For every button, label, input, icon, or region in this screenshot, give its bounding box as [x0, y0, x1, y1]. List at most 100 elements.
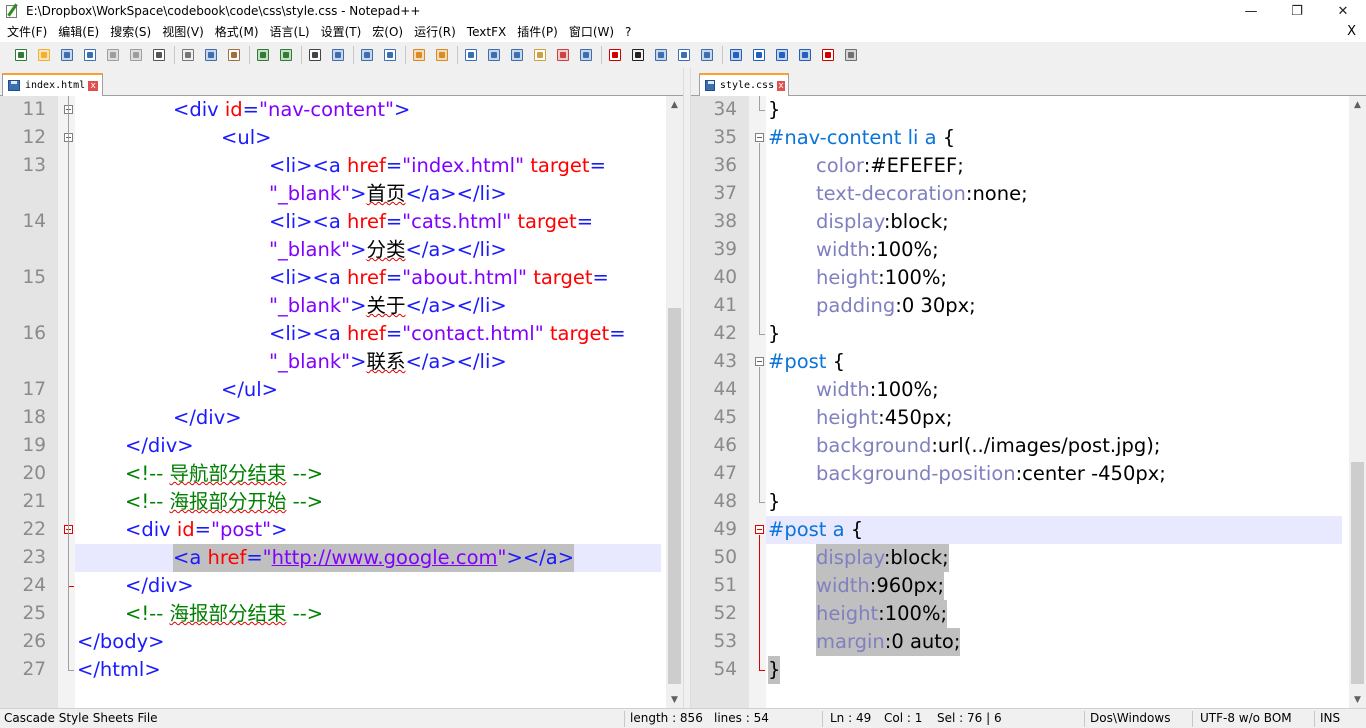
code-line[interactable]: 36 color:#EFEFEF;	[691, 152, 1366, 180]
fold-toggle-icon[interactable]	[755, 133, 764, 142]
code-line[interactable]: 24 </div>	[0, 572, 683, 600]
left-code-editor[interactable]: 11 <div id="nav-content"> 12 <ul> 13 <li><a h…	[0, 96, 683, 708]
code-line[interactable]: 12 <ul>	[0, 124, 683, 152]
fold-toggle-icon[interactable]	[755, 357, 764, 366]
menu-item-3[interactable]: 视图(V)	[155, 22, 208, 42]
show-all-chars-icon[interactable]	[486, 47, 502, 63]
code-line[interactable]: 26 </body>	[0, 628, 683, 656]
tab-close-icon[interactable]: x	[88, 80, 99, 91]
right-code-editor[interactable]: 34} 35 #nav-content li a {36 color:#EFEFEF;…	[691, 96, 1366, 708]
code-line[interactable]: 15 <li><a href="about.html" target=	[0, 264, 683, 292]
first-icon[interactable]	[728, 47, 744, 63]
code-line[interactable]: 52 height:100%;	[691, 600, 1366, 628]
user-defined-icon[interactable]	[532, 47, 548, 63]
code-line[interactable]: 35 #nav-content li a {	[691, 124, 1366, 152]
menu-item-1[interactable]: 编辑(E)	[51, 22, 103, 42]
down-icon[interactable]	[774, 47, 790, 63]
code-line[interactable]: 25 <!-- 海报部分结束 -->	[0, 600, 683, 628]
menu-item-5[interactable]: 语言(L)	[263, 22, 314, 42]
open-file-icon[interactable]	[36, 47, 52, 63]
sync-vertical-icon[interactable]	[411, 47, 427, 63]
zoom-out-icon[interactable]	[382, 47, 398, 63]
paste-icon[interactable]	[226, 47, 242, 63]
code-line[interactable]: 45 height:450px;	[691, 404, 1366, 432]
undo-icon[interactable]	[255, 47, 271, 63]
code-line[interactable]: 40 height:100%;	[691, 264, 1366, 292]
code-line[interactable]: 47 background-position:center -450px;	[691, 460, 1366, 488]
save-icon[interactable]	[59, 47, 75, 63]
code-line[interactable]: 48}	[691, 488, 1366, 516]
code-line[interactable]: "_blank">联系</a></li>	[0, 348, 683, 376]
code-line[interactable]: 21 <!-- 海报部分开始 -->	[0, 488, 683, 516]
save-macro-icon[interactable]	[699, 47, 715, 63]
right-vertical-scrollbar[interactable]: ▲ ▼	[1349, 96, 1366, 708]
scroll-thumb[interactable]	[668, 308, 681, 684]
code-line[interactable]: 19 </div>	[0, 432, 683, 460]
tab-close-icon[interactable]: x	[777, 80, 785, 91]
scroll-up-icon[interactable]: ▲	[1349, 96, 1366, 113]
doc-map-icon[interactable]	[555, 47, 571, 63]
notepad-app-icon[interactable]	[4, 3, 20, 19]
cut-icon[interactable]	[180, 47, 196, 63]
fold-toggle-icon[interactable]	[755, 525, 764, 534]
code-line[interactable]: 41 padding:0 30px;	[691, 292, 1366, 320]
save-all-icon[interactable]	[82, 47, 98, 63]
status-eol-format[interactable]: Dos\Windows	[1086, 709, 1170, 728]
scroll-down-icon[interactable]: ▼	[666, 691, 683, 708]
menu-item-12[interactable]: ?	[618, 22, 635, 42]
code-line[interactable]: 38 display:block;	[691, 208, 1366, 236]
code-line[interactable]: 27 </html>	[0, 656, 683, 684]
scroll-thumb[interactable]	[1351, 462, 1364, 684]
menu-item-11[interactable]: 窗口(W)	[562, 22, 618, 42]
menu-item-10[interactable]: 插件(P)	[510, 22, 562, 42]
word-wrap-icon[interactable]	[463, 47, 479, 63]
last-icon[interactable]	[797, 47, 813, 63]
menu-item-9[interactable]: TextFX	[460, 22, 510, 42]
code-line[interactable]: 37 text-decoration:none;	[691, 180, 1366, 208]
plugin-icon[interactable]	[843, 47, 859, 63]
copy-icon[interactable]	[203, 47, 219, 63]
code-line[interactable]: "_blank">首页</a></li>	[0, 180, 683, 208]
redo-icon[interactable]	[278, 47, 294, 63]
code-line[interactable]: 54}	[691, 656, 1366, 684]
code-line[interactable]: 14 <li><a href="cats.html" target=	[0, 208, 683, 236]
spell-check-icon[interactable]	[820, 47, 836, 63]
code-line[interactable]: 16 <li><a href="contact.html" target=	[0, 320, 683, 348]
code-line[interactable]: 13 <li><a href="index.html" target=	[0, 152, 683, 180]
function-list-icon[interactable]	[578, 47, 594, 63]
up-icon[interactable]	[751, 47, 767, 63]
tab-index-html[interactable]: index.html x	[2, 73, 103, 96]
code-line[interactable]: 51 width:960px;	[691, 572, 1366, 600]
code-line[interactable]: 49 #post a {	[691, 516, 1366, 544]
indent-guide-icon[interactable]	[509, 47, 525, 63]
close-document-icon[interactable]: X	[1347, 22, 1356, 42]
code-line[interactable]: 34}	[691, 96, 1366, 124]
tab-style-css[interactable]: style.css x	[699, 73, 789, 96]
code-line[interactable]: "_blank">关于</a></li>	[0, 292, 683, 320]
maximize-button[interactable]: ❐	[1274, 0, 1320, 22]
find-icon[interactable]	[307, 47, 323, 63]
new-file-icon[interactable]	[13, 47, 29, 63]
code-line[interactable]: 53 margin:0 auto;	[691, 628, 1366, 656]
menu-item-8[interactable]: 运行(R)	[407, 22, 460, 42]
menu-item-4[interactable]: 格式(M)	[208, 22, 263, 42]
code-line[interactable]: 23 <a href="http://www.google.com"></a>	[0, 544, 683, 572]
left-vertical-scrollbar[interactable]: ▲ ▼	[666, 96, 683, 708]
code-line[interactable]: 11 <div id="nav-content">	[0, 96, 683, 124]
code-line[interactable]: 17 </ul>	[0, 376, 683, 404]
code-line[interactable]: "_blank">分类</a></li>	[0, 236, 683, 264]
code-line[interactable]: 20 <!-- 导航部分结束 -->	[0, 460, 683, 488]
code-line[interactable]: 42}	[691, 320, 1366, 348]
close-icon[interactable]	[105, 47, 121, 63]
code-line[interactable]: 39 width:100%;	[691, 236, 1366, 264]
run-multiple-icon[interactable]	[676, 47, 692, 63]
code-line[interactable]: 44 width:100%;	[691, 376, 1366, 404]
code-line[interactable]: 46 background:url(../images/post.jpg);	[691, 432, 1366, 460]
scroll-down-icon[interactable]: ▼	[1349, 691, 1366, 708]
record-macro-icon[interactable]	[607, 47, 623, 63]
status-encoding[interactable]: UTF-8 w/o BOM	[1196, 709, 1292, 728]
menu-item-0[interactable]: 文件(F)	[0, 22, 51, 42]
pane-splitter[interactable]	[683, 68, 691, 708]
menu-item-2[interactable]: 搜索(S)	[103, 22, 155, 42]
sync-horizontal-icon[interactable]	[434, 47, 450, 63]
